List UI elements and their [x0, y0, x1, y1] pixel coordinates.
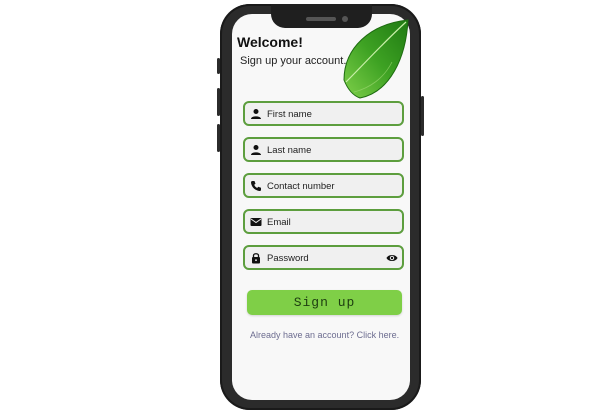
page-subtitle: Sign up your account. — [240, 55, 347, 67]
first-name-field[interactable] — [243, 101, 404, 126]
phone-side-button — [217, 124, 220, 152]
page-title: Welcome! — [237, 34, 303, 50]
email-input[interactable] — [267, 214, 377, 230]
phone-side-button — [421, 96, 424, 136]
lock-icon — [252, 253, 260, 264]
eye-icon[interactable] — [386, 253, 398, 263]
person-icon — [251, 109, 261, 119]
leaf-icon — [343, 19, 409, 99]
password-field[interactable] — [243, 245, 404, 270]
contact-number-input[interactable] — [267, 178, 377, 194]
phone-side-button — [217, 58, 220, 74]
person-icon — [251, 145, 261, 155]
contact-number-field[interactable] — [243, 173, 404, 198]
login-link[interactable]: Already have an account? Click here. — [250, 330, 399, 340]
sign-up-button[interactable]: Sign up — [247, 290, 402, 315]
last-name-field[interactable] — [243, 137, 404, 162]
email-field[interactable] — [243, 209, 404, 234]
phone-side-button — [217, 88, 220, 116]
last-name-input[interactable] — [267, 142, 377, 158]
phone-icon — [251, 181, 261, 191]
speaker-grille — [306, 17, 336, 21]
mail-icon — [250, 218, 262, 226]
password-input[interactable] — [267, 250, 377, 266]
first-name-input[interactable] — [267, 106, 377, 122]
